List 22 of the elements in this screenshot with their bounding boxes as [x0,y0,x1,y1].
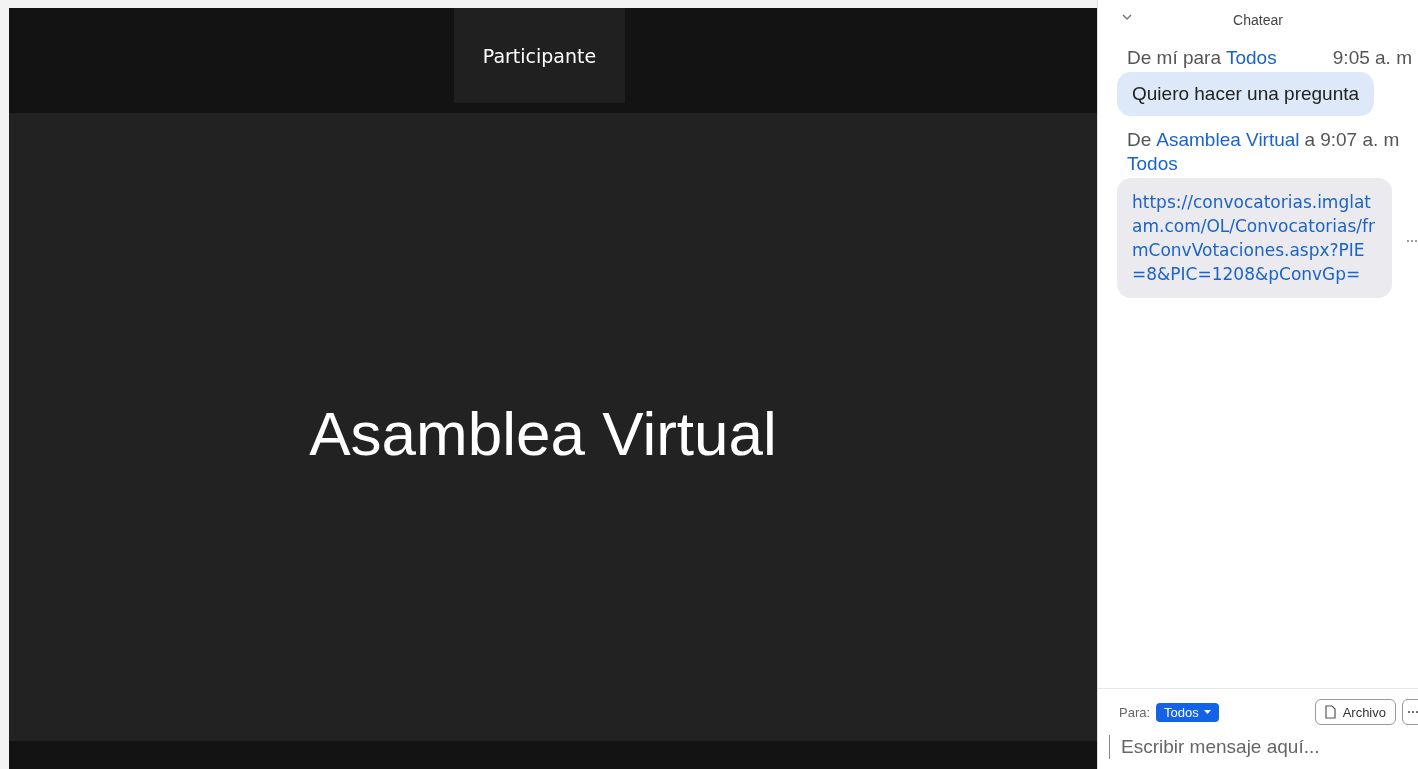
document-icon [1324,705,1336,719]
link-bubble[interactable]: https://convocatorias.imglatam.com/OL/Convocatorias/frmConvVotaciones.aspx?PIE=8&PIC=1208&pConvGp= [1117,178,1392,298]
participant-tile: Participante [454,8,625,103]
more-icon [1407,710,1418,714]
more-icon [1406,239,1418,243]
message-prefix: De [1127,128,1152,152]
recipient-link[interactable]: Todos [1127,152,1418,176]
recipient-dropdown[interactable]: Todos [1156,702,1219,722]
speaker-name: Asamblea Virtual [309,397,777,469]
message-bubble: Quiero hacer una pregunta [1117,72,1375,116]
message-time: 9:07 a. m [1320,128,1400,152]
message-sender: De mí para [1127,46,1221,70]
message-connector: a [1304,128,1316,152]
chevron-down-icon[interactable] [1122,14,1132,21]
recipient-link[interactable]: Todos [1226,46,1277,70]
message-time: 9:05 a. m [1332,46,1412,70]
chat-title: Chatear [1233,12,1283,28]
caret-icon [1203,710,1211,714]
more-button[interactable] [1402,699,1418,725]
to-label: Para: [1119,704,1151,720]
sender-link[interactable]: Asamblea Virtual [1156,128,1300,152]
file-button[interactable]: Archivo [1314,699,1396,725]
